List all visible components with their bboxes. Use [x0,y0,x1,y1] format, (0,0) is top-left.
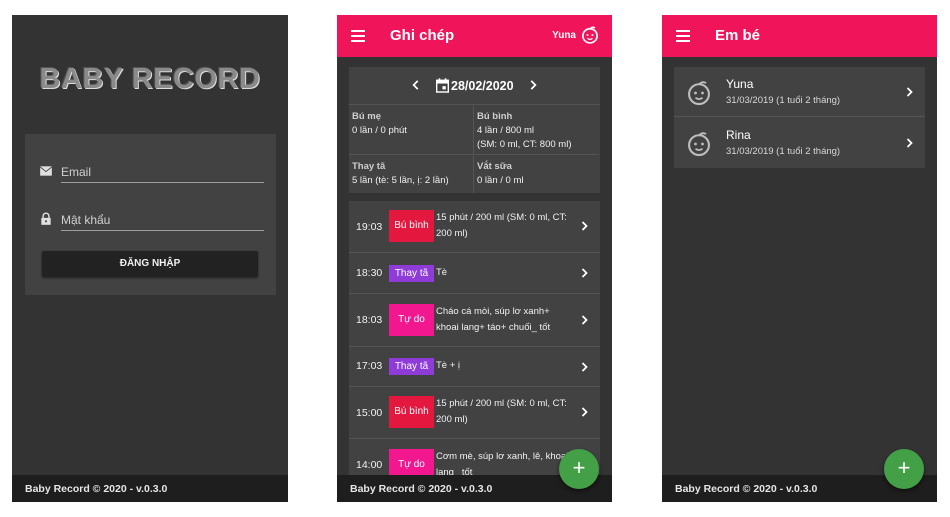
login-screen: BABY RECORD ĐĂNG NHẬP Baby Record © 2020… [12,15,288,502]
chevron-right-icon [581,315,588,325]
menu-icon[interactable] [351,30,365,42]
baby-face-icon [688,81,710,106]
add-baby-button[interactable]: + [884,449,924,489]
entry-time: 14:00 [356,459,383,471]
baby-name: Rina [726,128,751,142]
list-item[interactable]: 19:03 Bú bình 15 phút / 200 ml (SM: 0 ml… [349,201,600,253]
summary-label: Vắt sữa [477,161,512,172]
summary-bottle: Bú bình 4 lần / 800 ml (SM: 0 ml, CT: 80… [474,106,599,155]
entry-text: Tè [436,267,448,278]
login-button[interactable]: ĐĂNG NHẬP [42,251,258,277]
baby-face-icon[interactable] [580,25,600,45]
list-item[interactable]: 15:00 Bú bình 15 phút / 200 ml (SM: 0 ml… [349,387,600,439]
chevron-left-icon[interactable] [409,78,423,92]
entry-type-badge: Tự do [389,449,434,476]
entry-time: 18:30 [356,267,383,279]
summary-diaper: Thay tã 5 lần (tè: 5 lần, ị: 2 lần) [349,156,474,193]
chevron-right-icon [906,87,913,97]
chevron-right-icon[interactable] [526,78,540,92]
current-date[interactable]: 28/02/2020 [451,79,514,93]
entry-time: 19:03 [356,221,383,233]
app-bar: Em bé [662,15,937,57]
page-title: Ghi chép [390,27,455,44]
entry-text: Tè + ị [436,360,461,371]
plus-icon: + [572,455,586,480]
entry-time: 18:03 [356,314,383,326]
baby-item-rina[interactable]: Rina 31/03/2019 (1 tuổi 2 tháng) [674,118,925,168]
babies-screen: Em bé Yuna 31/03/2019 (1 tuổi 2 tháng) R… [662,15,937,502]
baby-birthdate: 31/03/2019 (1 tuổi 2 tháng) [726,146,841,157]
password-field[interactable] [61,209,264,231]
summary-label: Thay tã [352,161,386,172]
baby-list: Yuna 31/03/2019 (1 tuổi 2 tháng) Rina 31… [674,67,925,168]
entry-type-badge: Bú bình [389,396,434,428]
entry-text: 15 phút / 200 ml (SM: 0 ml, CT: 200 ml) [436,398,567,425]
add-entry-button[interactable]: + [559,449,599,489]
entry-time: 17:03 [356,360,383,372]
mail-icon [40,166,52,176]
baby-face-icon [688,132,710,157]
baby-name: Yuna [726,77,754,91]
summary-pump: Vắt sữa 0 lần / 0 ml [474,156,599,193]
entry-type-badge: Bú bình [389,210,434,242]
menu-icon[interactable] [676,30,690,42]
entry-time: 15:00 [356,407,383,419]
entry-text: Cơm mè, súp lơ xanh, lê, khoai lang_ tốt [436,451,569,476]
daily-summary: 28/02/2020 Bú mẹ 0 lần / 0 phút Bú bình … [349,67,600,193]
summary-value: 0 lần / 0 ml [477,175,524,186]
entry-type-badge: Tự do [389,304,434,336]
date-navigator: 28/02/2020 [349,67,600,105]
app-bar: Ghi chép Yuna [337,15,612,57]
baby-birthdate: 31/03/2019 (1 tuổi 2 tháng) [726,95,841,106]
chevron-right-icon [581,407,588,417]
chevron-right-icon [581,221,588,231]
lock-icon [41,212,51,225]
current-baby-name[interactable]: Yuna [552,30,576,41]
plus-icon: + [897,455,911,480]
login-card: ĐĂNG NHẬP [25,134,276,295]
list-item[interactable]: 18:30 Thay tã Tè [349,253,600,294]
summary-value: 5 lần (tè: 5 lần, ị: 2 lần) [352,175,449,186]
summary-value: 4 lần / 800 ml [477,125,535,136]
calendar-icon[interactable] [436,78,449,93]
chevron-right-icon [581,268,588,278]
footer: Baby Record © 2020 - v.0.3.0 [12,475,288,502]
email-field[interactable] [61,161,264,183]
summary-detail: (SM: 0 ml, CT: 800 ml) [477,139,572,150]
summary-breastfeed: Bú mẹ 0 lần / 0 phút [349,106,474,155]
summary-label: Bú bình [477,111,513,122]
summary-value: 0 lần / 0 phút [352,125,407,136]
entry-type-badge: Thay tã [389,265,434,282]
entry-text: Cháo cá mòi, súp lơ xanh+ khoai lang+ tá… [436,306,551,333]
chevron-right-icon [581,362,588,372]
list-item[interactable]: 17:03 Thay tã Tè + ị [349,347,600,387]
app-logo: BABY RECORD [39,63,261,95]
log-list: 19:03 Bú bình 15 phút / 200 ml (SM: 0 ml… [349,201,600,476]
email-field-row [39,161,264,183]
summary-label: Bú mẹ [352,111,382,122]
page-title: Em bé [715,27,761,44]
journal-screen: Ghi chép Yuna 28/02/2020 Bú mẹ 0 lần / 0… [337,15,612,502]
password-field-row [39,209,264,231]
baby-item-yuna[interactable]: Yuna 31/03/2019 (1 tuổi 2 tháng) [674,67,925,117]
list-item[interactable]: 18:03 Tự do Cháo cá mòi, súp lơ xanh+ kh… [349,294,600,347]
chevron-right-icon [906,138,913,148]
entry-type-badge: Thay tã [389,358,434,375]
entry-text: 15 phút / 200 ml (SM: 0 ml, CT: 200 ml) [436,212,567,239]
